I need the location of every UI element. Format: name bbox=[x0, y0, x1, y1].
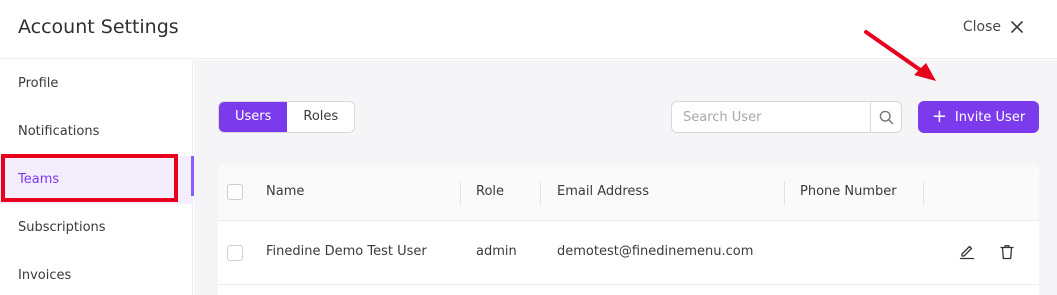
column-divider bbox=[784, 181, 785, 205]
column-header-role: Role bbox=[476, 184, 505, 199]
edit-icon bbox=[959, 245, 975, 260]
close-icon bbox=[1011, 21, 1023, 33]
tab-roles[interactable]: Roles bbox=[287, 102, 354, 132]
invite-user-button[interactable]: + Invite User bbox=[918, 101, 1039, 133]
delete-user-button[interactable] bbox=[999, 244, 1015, 264]
invite-user-label: Invite User bbox=[954, 109, 1026, 125]
sidebar-item-notifications[interactable]: Notifications bbox=[0, 108, 193, 156]
edit-user-button[interactable] bbox=[959, 244, 975, 264]
sidebar-item-profile[interactable]: Profile bbox=[0, 60, 193, 108]
close-label: Close bbox=[962, 19, 1001, 35]
column-header-email: Email Address bbox=[557, 184, 649, 199]
sidebar-item-teams[interactable]: Teams bbox=[0, 156, 194, 204]
users-table: Name Role Email Address Phone Number Fin… bbox=[218, 165, 1039, 295]
row-checkbox[interactable] bbox=[227, 245, 243, 261]
column-header-name: Name bbox=[266, 184, 305, 199]
settings-sidebar: Profile Notifications Teams Subscription… bbox=[0, 60, 194, 295]
column-divider bbox=[540, 181, 541, 205]
table-row: Finedine Demo Test User admin demotest@f… bbox=[218, 222, 1039, 285]
user-email: demotest@finedinemenu.com bbox=[557, 244, 754, 259]
sidebar-item-invoices[interactable]: Invoices bbox=[0, 252, 193, 295]
trash-icon bbox=[1000, 245, 1014, 260]
search-box bbox=[671, 101, 902, 133]
column-divider bbox=[923, 181, 924, 205]
search-button[interactable] bbox=[870, 102, 901, 132]
teams-panel: Users Roles + Invite User Name Role Emai… bbox=[194, 60, 1057, 295]
annotation-arrow bbox=[864, 30, 936, 81]
user-name: Finedine Demo Test User bbox=[266, 244, 427, 259]
column-divider bbox=[460, 181, 461, 205]
sidebar-item-subscriptions[interactable]: Subscriptions bbox=[0, 204, 193, 252]
search-icon bbox=[879, 110, 893, 124]
select-all-checkbox[interactable] bbox=[227, 184, 243, 200]
column-header-phone: Phone Number bbox=[800, 184, 897, 199]
tab-users[interactable]: Users bbox=[219, 102, 288, 132]
close-button[interactable]: Close bbox=[963, 19, 1023, 35]
user-role: admin bbox=[476, 244, 517, 259]
table-header: Name Role Email Address Phone Number bbox=[218, 165, 1039, 221]
page-title: Account Settings bbox=[18, 16, 179, 38]
search-input[interactable] bbox=[672, 102, 871, 132]
plus-icon: + bbox=[931, 106, 947, 127]
users-roles-toggle: Users Roles bbox=[218, 101, 356, 133]
